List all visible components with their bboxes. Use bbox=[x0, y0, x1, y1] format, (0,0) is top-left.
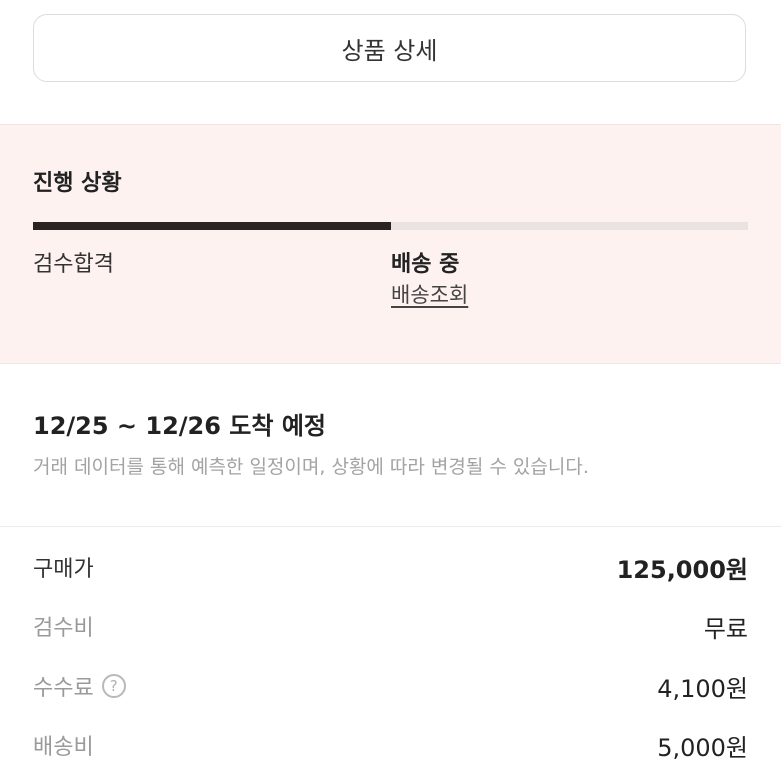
fee-label-group: 수수료 ? bbox=[33, 670, 126, 702]
arrival-section: 12/25 ~ 12/26 도착 예정 거래 데이터를 통해 예측한 일정이며,… bbox=[0, 364, 781, 527]
shipping-label: 배송비 bbox=[33, 735, 94, 760]
step-inspection-passed: 검수합격 bbox=[33, 252, 114, 277]
purchase-label: 구매가 bbox=[33, 557, 94, 582]
progress-title: 진행 상황 bbox=[33, 171, 122, 196]
price-row-inspection: 검수비 무료 bbox=[33, 606, 748, 646]
top-section: 상품 상세 bbox=[0, 0, 781, 124]
arrival-note: 거래 데이터를 통해 예측한 일정이며, 상황에 따라 변경될 수 있습니다. bbox=[33, 456, 589, 478]
progress-bar-track bbox=[33, 222, 748, 230]
product-detail-button[interactable]: 상품 상세 bbox=[33, 14, 746, 82]
inspection-value: 무료 bbox=[703, 614, 748, 643]
price-row-fee: 수수료 ? 4,100원 bbox=[33, 666, 748, 706]
tracking-link[interactable]: 배송조회 bbox=[391, 279, 468, 309]
purchase-value: 125,000원 bbox=[616, 555, 748, 584]
shipping-value: 5,000원 bbox=[657, 733, 748, 762]
arrival-estimate: 12/25 ~ 12/26 도착 예정 bbox=[33, 412, 326, 440]
progress-bar-fill bbox=[33, 222, 391, 230]
price-row-purchase: 구매가 125,000원 bbox=[33, 547, 748, 587]
price-row-shipping: 배송비 5,000원 bbox=[33, 725, 748, 765]
help-icon[interactable]: ? bbox=[101, 674, 126, 698]
fee-value: 4,100원 bbox=[657, 674, 748, 703]
step-shipping: 배송 중 bbox=[391, 252, 460, 277]
progress-section: 진행 상황 검수합격 배송 중 배송조회 bbox=[0, 124, 781, 364]
fee-label: 수수료 bbox=[33, 676, 94, 701]
inspection-label: 검수비 bbox=[33, 616, 94, 641]
